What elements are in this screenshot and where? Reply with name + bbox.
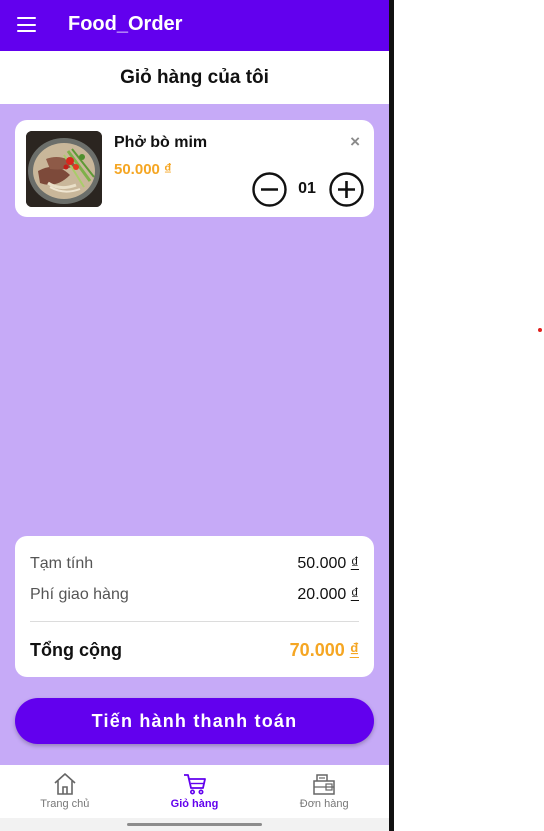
- minus-icon: [252, 172, 287, 207]
- nav-label-home: Trang chủ: [40, 798, 90, 810]
- remove-item-button[interactable]: ×: [350, 132, 360, 152]
- nav-item-orders[interactable]: Đơn hàng: [259, 765, 389, 818]
- shipping-row: Phí giao hàng 20.000 ₫: [30, 586, 359, 604]
- nav-label-cart: Giỏ hàng: [170, 798, 219, 810]
- shipping-label: Phí giao hàng: [30, 586, 129, 603]
- system-gesture-area: [0, 818, 389, 831]
- page-title: Giỏ hàng của tôi: [120, 66, 269, 88]
- total-value: 70.000 ₫: [289, 640, 359, 660]
- subtotal-value: 50.000 ₫: [297, 555, 359, 572]
- page-header: Giỏ hàng của tôi: [0, 51, 389, 104]
- app-title: Food_Order: [68, 13, 183, 35]
- pointer-dot: [538, 328, 542, 332]
- subtotal-row: Tạm tính 50.000 ₫: [30, 555, 359, 573]
- checkout-button[interactable]: Tiến hành thanh toán: [15, 698, 374, 744]
- item-price: 50.000 ₫: [114, 161, 172, 178]
- shipping-value: 20.000 ₫: [297, 586, 359, 603]
- quantity-value: 01: [298, 180, 316, 197]
- cart-item-card: Phở bò mim 50.000 ₫ × 01: [15, 120, 374, 217]
- menu-icon[interactable]: [17, 17, 36, 32]
- nav-item-home[interactable]: Trang chủ: [0, 765, 130, 818]
- app-bar: Food_Order: [0, 0, 389, 51]
- phone-screen: Food_Order Giỏ hàng của tôi Phở bò mim 5…: [0, 0, 389, 831]
- total-row: Tổng cộng 70.000 ₫: [30, 640, 359, 661]
- bottom-navigation: Trang chủ Giỏ hàng Đơn hàng: [0, 765, 389, 818]
- item-name: Phở bò mim: [114, 134, 208, 151]
- decrease-quantity-button[interactable]: [252, 172, 287, 207]
- nav-label-orders: Đơn hàng: [299, 798, 349, 810]
- subtotal-label: Tạm tính: [30, 555, 94, 572]
- order-summary-card: Tạm tính 50.000 ₫ Phí giao hàng 20.000 ₫…: [15, 536, 374, 677]
- food-image: [26, 131, 102, 207]
- increase-quantity-button[interactable]: [329, 172, 364, 207]
- orders-icon: [313, 774, 335, 795]
- screen-edge: [389, 0, 394, 831]
- plus-icon: [329, 172, 364, 207]
- cart-icon: [183, 774, 206, 795]
- summary-divider: [30, 621, 359, 622]
- home-icon: [54, 773, 76, 795]
- total-label: Tổng cộng: [30, 640, 122, 660]
- gesture-handle[interactable]: [127, 823, 262, 826]
- nav-item-cart[interactable]: Giỏ hàng: [130, 765, 260, 818]
